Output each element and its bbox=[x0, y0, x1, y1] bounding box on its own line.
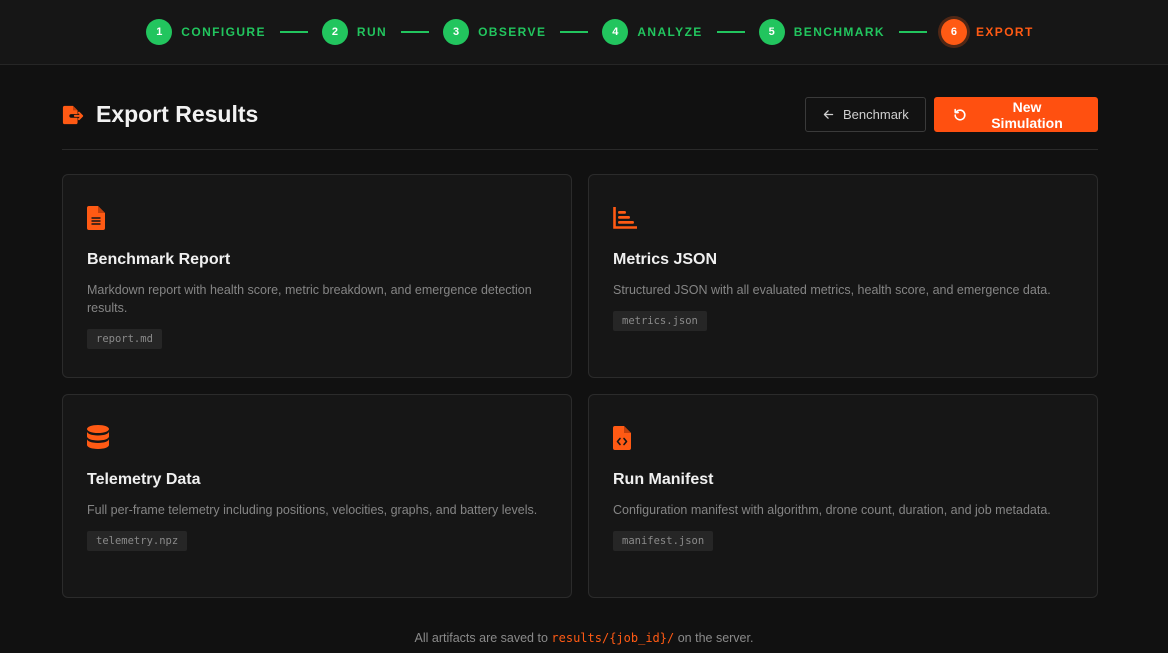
footer-suffix: on the server. bbox=[677, 631, 754, 645]
file-code-icon bbox=[613, 425, 1073, 451]
step-label: EXPORT bbox=[975, 25, 1034, 39]
file-name-badge[interactable]: manifest.json bbox=[613, 531, 714, 551]
file-export-icon bbox=[62, 104, 84, 126]
footer-prefix: All artifacts are saved to bbox=[414, 631, 548, 645]
export-artifacts-grid: Benchmark Report Markdown report with he… bbox=[62, 174, 1098, 598]
step-number: 4 bbox=[602, 19, 629, 45]
back-to-benchmark-button[interactable]: Benchmark bbox=[805, 97, 926, 132]
file-name-badge[interactable]: report.md bbox=[87, 329, 162, 349]
step-export[interactable]: 6 EXPORT bbox=[940, 19, 1034, 45]
step-connector bbox=[279, 31, 308, 33]
artifact-card-telemetry-data[interactable]: Telemetry Data Full per-frame telemetry … bbox=[62, 394, 572, 598]
step-analyze[interactable]: 4 ANALYZE bbox=[602, 19, 702, 45]
file-name-badge[interactable]: telemetry.npz bbox=[87, 531, 188, 551]
card-title: Run Manifest bbox=[613, 471, 714, 488]
new-simulation-button[interactable]: New Simulation bbox=[934, 97, 1098, 132]
step-connector bbox=[401, 31, 430, 33]
rotate-ccw-icon bbox=[954, 108, 966, 121]
file-text-icon bbox=[87, 205, 547, 231]
page-title: Export Results bbox=[96, 101, 259, 127]
step-connector bbox=[898, 31, 927, 33]
artifact-card-metrics-json[interactable]: Metrics JSON Structured JSON with all ev… bbox=[588, 174, 1098, 378]
card-description: Configuration manifest with algorithm, d… bbox=[613, 503, 1051, 517]
step-connector bbox=[716, 31, 745, 33]
step-label: RUN bbox=[356, 25, 388, 39]
step-connector bbox=[560, 31, 589, 33]
step-run[interactable]: 2 RUN bbox=[321, 19, 388, 45]
step-number: 1 bbox=[146, 19, 173, 45]
step-label: CONFIGURE bbox=[181, 25, 266, 39]
footer-note: All artifacts are saved to results/{job_… bbox=[0, 631, 1168, 645]
header-actions: Benchmark New Simulation bbox=[805, 97, 1098, 132]
step-label: BENCHMARK bbox=[793, 25, 885, 39]
step-number: 6 bbox=[940, 19, 967, 45]
file-name-badge[interactable]: metrics.json bbox=[613, 311, 707, 331]
database-icon bbox=[87, 425, 547, 451]
step-configure[interactable]: 1 CONFIGURE bbox=[146, 19, 266, 45]
stepper-steps: 1 CONFIGURE 2 RUN 3 OBSERVE 4 ANALYZE 5 … bbox=[146, 19, 1033, 45]
progress-stepper: 1 CONFIGURE 2 RUN 3 OBSERVE 4 ANALYZE 5 … bbox=[0, 0, 1168, 65]
artifact-card-run-manifest[interactable]: Run Manifest Configuration manifest with… bbox=[588, 394, 1098, 598]
card-description: Full per-frame telemetry including posit… bbox=[87, 503, 538, 517]
title-group: Export Results bbox=[62, 97, 258, 132]
step-benchmark[interactable]: 5 BENCHMARK bbox=[758, 19, 885, 45]
bar-chart-icon bbox=[613, 205, 1073, 231]
step-label: ANALYZE bbox=[637, 25, 703, 39]
page-header: Export Results Benchmark New Simulation bbox=[62, 97, 1098, 150]
step-number: 3 bbox=[443, 19, 470, 45]
card-title: Metrics JSON bbox=[613, 251, 718, 268]
card-description: Structured JSON with all evaluated metri… bbox=[613, 283, 1051, 297]
arrow-left-icon bbox=[823, 110, 834, 119]
back-button-label: Benchmark bbox=[843, 107, 909, 122]
artifact-card-benchmark-report[interactable]: Benchmark Report Markdown report with he… bbox=[62, 174, 572, 378]
step-label: OBSERVE bbox=[478, 25, 547, 39]
step-observe[interactable]: 3 OBSERVE bbox=[443, 19, 546, 45]
card-title: Telemetry Data bbox=[87, 471, 201, 488]
card-description: Markdown report with health score, metri… bbox=[87, 283, 532, 315]
card-title: Benchmark Report bbox=[87, 251, 231, 268]
step-number: 5 bbox=[758, 19, 785, 45]
step-number: 2 bbox=[321, 19, 348, 45]
primary-button-label: New Simulation bbox=[991, 98, 1063, 131]
results-path: results/{job_id}/ bbox=[551, 631, 675, 645]
